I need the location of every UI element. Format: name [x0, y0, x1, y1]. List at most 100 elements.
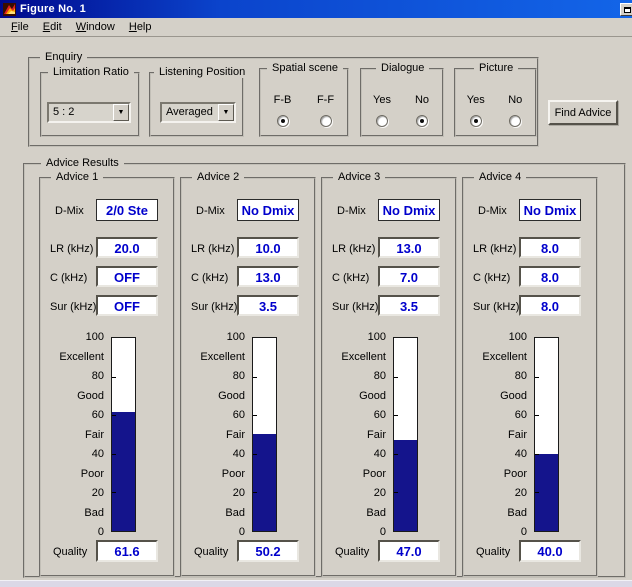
c-label: C (kHz) [473, 272, 510, 284]
menu-help[interactable]: Help [123, 19, 158, 35]
menu-bar: File Edit Window Help [0, 18, 632, 37]
gauge-tick-mark [535, 415, 539, 416]
quality-scale-labels: 100806040200ExcellentGoodFairPoorBad [323, 337, 390, 532]
limitation-ratio-label: Limitation Ratio [48, 66, 134, 78]
quality-label: Quality [53, 546, 87, 558]
picture-option-label: Yes [456, 94, 496, 106]
dialogue-option-label: No [402, 94, 442, 106]
window-title: Figure No. 1 [20, 3, 86, 15]
gauge-tick-label: 40 [92, 448, 104, 460]
window-control-button-partial[interactable] [620, 3, 632, 16]
gauge-tick-mark [535, 492, 539, 493]
radio-spatial-fb[interactable] [277, 115, 289, 127]
quality-scale-labels: 100806040200ExcellentGoodFairPoorBad [464, 337, 531, 532]
c-value-field: OFF [96, 266, 158, 287]
quality-value-field: 47.0 [378, 540, 440, 562]
quality-value-field: 61.6 [96, 540, 158, 562]
gauge-tick-label: 20 [515, 487, 527, 499]
quality-label: Quality [335, 546, 369, 558]
chevron-down-icon[interactable]: ▼ [218, 104, 234, 121]
gauge-tick-label: 0 [239, 526, 245, 538]
listening-position-frame: Listening Position Averaged ▼ [149, 72, 244, 137]
advice-panel-1: Advice 1 D-Mix 2/0 Ste LR (kHz) 20.0 C (… [39, 177, 175, 577]
c-label: C (kHz) [332, 272, 369, 284]
gauge-quality-word: Fair [367, 429, 386, 441]
dmix-label: D-Mix [337, 205, 366, 217]
gauge-quality-word: Bad [507, 507, 527, 519]
sur-value-field: OFF [96, 295, 158, 316]
dialogue-frame: Dialogue Yes No [360, 68, 444, 137]
chevron-down-icon[interactable]: ▼ [113, 104, 129, 121]
gauge-tick-label: 80 [515, 370, 527, 382]
gauge-tick-mark [394, 492, 398, 493]
dmix-label: D-Mix [478, 205, 507, 217]
c-value-field: 7.0 [378, 266, 440, 287]
gauge-tick-label: 0 [98, 526, 104, 538]
gauge-tick-mark [112, 454, 116, 455]
advice-panel-title: Advice 4 [474, 171, 526, 183]
gauge-quality-word: Good [359, 390, 386, 402]
picture-option-label: No [496, 94, 536, 106]
gauge-quality-word: Poor [81, 468, 104, 480]
quality-scale-labels: 100806040200ExcellentGoodFairPoorBad [41, 337, 108, 532]
dmix-value-field: No Dmix [378, 199, 440, 221]
quality-scale-labels: 100806040200ExcellentGoodFairPoorBad [182, 337, 249, 532]
menu-window[interactable]: Window [70, 19, 121, 35]
gauge-quality-word: Poor [222, 468, 245, 480]
gauge-tick-mark [535, 377, 539, 378]
radio-dialogue-yes[interactable] [376, 115, 388, 127]
radio-picture-no[interactable] [509, 115, 521, 127]
gauge-quality-word: Good [77, 390, 104, 402]
gauge-tick-label: 20 [92, 487, 104, 499]
dmix-value-field: 2/0 Ste [96, 199, 158, 221]
picture-frame: Picture Yes No [454, 68, 537, 137]
quality-gauge [393, 337, 418, 532]
gauge-quality-word: Fair [508, 429, 527, 441]
gauge-quality-word: Bad [225, 507, 245, 519]
radio-dialogue-no[interactable] [416, 115, 428, 127]
listening-position-label: Listening Position [154, 66, 250, 78]
gauge-tick-label: 20 [374, 487, 386, 499]
gauge-quality-word: Good [500, 390, 527, 402]
advice-panel-3: Advice 3 D-Mix No Dmix LR (kHz) 13.0 C (… [321, 177, 457, 577]
lr-label: LR (kHz) [191, 243, 234, 255]
gauge-tick-label: 100 [509, 331, 527, 343]
gauge-quality-word: Bad [366, 507, 386, 519]
enquiry-group-title: Enquiry [40, 51, 87, 63]
limitation-ratio-dropdown[interactable]: 5 : 2 ▼ [47, 102, 131, 123]
c-label: C (kHz) [50, 272, 87, 284]
spatial-scene-frame: Spatial scene F-B F-F [259, 68, 349, 137]
gauge-quality-word: Excellent [482, 351, 527, 363]
gauge-tick-label: 100 [368, 331, 386, 343]
quality-value-field: 50.2 [237, 540, 299, 562]
advice-panel-2: Advice 2 D-Mix No Dmix LR (kHz) 10.0 C (… [180, 177, 316, 577]
menu-file[interactable]: File [5, 19, 35, 35]
lr-value-field: 8.0 [519, 237, 581, 258]
limitation-ratio-value: 5 : 2 [53, 106, 74, 118]
lr-value-field: 10.0 [237, 237, 299, 258]
listening-position-value: Averaged [166, 106, 213, 118]
lr-value-field: 20.0 [96, 237, 158, 258]
quality-gauge [111, 337, 136, 532]
radio-spatial-ff[interactable] [320, 115, 332, 127]
gauge-tick-label: 80 [374, 370, 386, 382]
gauge-tick-label: 80 [233, 370, 245, 382]
listening-position-dropdown[interactable]: Averaged ▼ [160, 102, 236, 123]
gauge-quality-word: Excellent [59, 351, 104, 363]
sur-label: Sur (kHz) [191, 301, 237, 313]
menu-edit[interactable]: Edit [37, 19, 68, 35]
sur-label: Sur (kHz) [50, 301, 96, 313]
radio-picture-yes[interactable] [470, 115, 482, 127]
advice-panel-title: Advice 1 [51, 171, 103, 183]
dmix-value-field: No Dmix [519, 199, 581, 221]
quality-label: Quality [476, 546, 510, 558]
find-advice-button[interactable]: Find Advice [548, 100, 618, 125]
gauge-quality-word: Excellent [341, 351, 386, 363]
lr-label: LR (kHz) [50, 243, 93, 255]
spatial-scene-option-label: F-F [304, 94, 347, 106]
c-label: C (kHz) [191, 272, 228, 284]
gauge-tick-mark [112, 415, 116, 416]
quality-gauge [252, 337, 277, 532]
figure-window: { "window": { "title": "Figure No. 1", "… [0, 0, 632, 587]
quality-gauge-fill [253, 434, 276, 531]
